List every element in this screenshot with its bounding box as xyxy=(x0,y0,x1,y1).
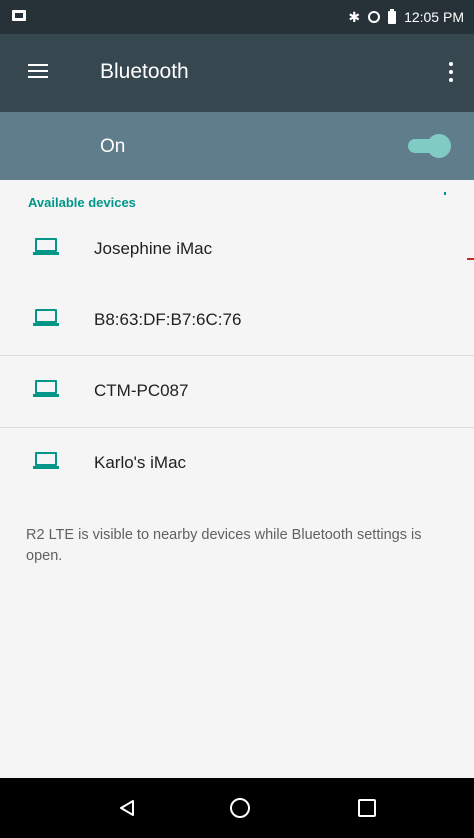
scroll-indicator xyxy=(444,192,446,195)
navigation-bar xyxy=(0,778,474,838)
status-time: 12:05 PM xyxy=(404,9,464,25)
device-item[interactable]: B8:63:DF:B7:6C:76 xyxy=(0,286,474,356)
divider xyxy=(0,355,474,356)
battery-icon xyxy=(388,8,397,24)
laptop-icon xyxy=(33,380,59,398)
divider xyxy=(0,427,474,428)
recents-icon[interactable] xyxy=(358,799,376,817)
laptop-icon xyxy=(33,238,59,256)
device-item[interactable]: Karlo's iMac xyxy=(0,429,474,499)
pointer-mark xyxy=(467,258,474,260)
more-vert-icon[interactable] xyxy=(448,62,454,84)
laptop-icon xyxy=(33,452,59,470)
bluetooth-switch-bar[interactable]: On xyxy=(0,112,474,180)
laptop-icon xyxy=(33,309,59,327)
page-title: Bluetooth xyxy=(100,60,189,83)
visibility-notice: R2 LTE is visible to nearby devices whil… xyxy=(26,527,422,564)
menu-icon[interactable] xyxy=(28,64,48,80)
app-bar: Bluetooth xyxy=(0,34,474,112)
sync-icon xyxy=(368,11,381,23)
status-icons: ✱ 12:05 PM xyxy=(348,0,464,34)
notification-icon xyxy=(12,10,26,21)
bluetooth-toggle[interactable] xyxy=(408,134,451,158)
device-item[interactable]: CTM-PC087 xyxy=(0,357,474,427)
switch-label: On xyxy=(100,136,126,157)
device-name: CTM-PC087 xyxy=(94,381,189,400)
section-header: Available devices xyxy=(28,195,136,210)
device-name: Karlo's iMac xyxy=(94,453,187,472)
device-name: Josephine iMac xyxy=(94,239,213,258)
home-icon[interactable] xyxy=(230,798,250,818)
back-icon[interactable] xyxy=(118,799,136,817)
device-item[interactable]: Josephine iMac xyxy=(0,215,474,285)
bluetooth-icon: ✱ xyxy=(348,8,361,25)
toggle-thumb xyxy=(427,134,451,158)
status-bar: ✱ 12:05 PM xyxy=(0,0,474,34)
device-name: B8:63:DF:B7:6C:76 xyxy=(94,310,242,329)
